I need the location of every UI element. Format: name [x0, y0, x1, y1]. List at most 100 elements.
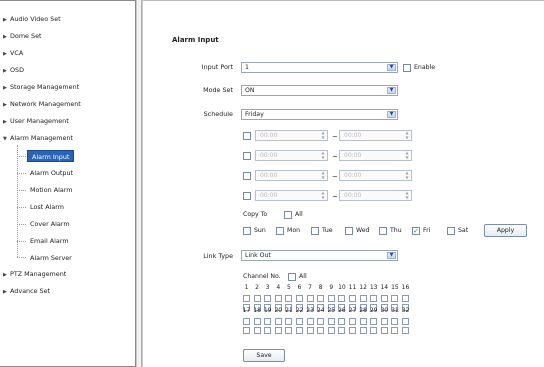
sidebar-subitem-cover-alarm[interactable]: Cover Alarm: [30, 218, 70, 230]
channel-checkbox[interactable]: [285, 318, 293, 325]
sidebar-item-storage-management[interactable]: ▶ Storage Management: [3, 81, 79, 93]
channel-checkbox[interactable]: [243, 295, 250, 302]
channel-checkbox[interactable]: [317, 295, 325, 302]
channel-checkbox[interactable]: [285, 327, 293, 334]
channel-checkbox[interactable]: [349, 295, 356, 302]
spinner-arrows-icon[interactable]: ▲ ▼: [404, 170, 410, 180]
channel-checkbox[interactable]: [402, 318, 409, 325]
channel-checkbox[interactable]: [359, 327, 367, 334]
channel-checkbox[interactable]: [274, 327, 282, 334]
channel-checkbox[interactable]: [359, 318, 367, 325]
channel-checkbox[interactable]: [402, 295, 409, 302]
period-3-start-time[interactable]: 00:00 ▲ ▼: [255, 170, 328, 181]
channel-checkbox[interactable]: [243, 318, 250, 325]
sidebar-subitem-alarm-server[interactable]: Alarm Server: [30, 252, 72, 264]
copy-fri-checkbox[interactable]: ✓: [412, 227, 420, 235]
channel-checkbox[interactable]: [391, 295, 399, 302]
channel-checkbox[interactable]: [349, 318, 356, 325]
sidebar-subitem-email-alarm[interactable]: Email Alarm: [30, 235, 69, 247]
spinner-arrows-icon[interactable]: ▲ ▼: [404, 150, 410, 160]
period-4-end-time[interactable]: 00:00 ▲ ▼: [339, 190, 412, 201]
sidebar-item-advance-set[interactable]: ▶ Advance Set: [3, 285, 50, 297]
channel-checkbox[interactable]: [402, 327, 409, 334]
chevron-down-icon[interactable]: ▼: [387, 111, 396, 118]
spinner-arrows-icon[interactable]: ▲ ▼: [320, 130, 326, 140]
sidebar-subitem-alarm-output[interactable]: Alarm Output: [30, 167, 73, 179]
channel-checkbox[interactable]: [264, 318, 272, 325]
spinner-arrows-icon[interactable]: ▲ ▼: [320, 150, 326, 160]
period-4-checkbox[interactable]: [243, 192, 251, 200]
enable-checkbox[interactable]: [403, 64, 411, 72]
channel-checkbox[interactable]: [253, 295, 261, 302]
channel-checkbox[interactable]: [306, 295, 314, 302]
period-1-checkbox[interactable]: [243, 132, 251, 140]
channel-checkbox[interactable]: [296, 327, 303, 334]
spinner-arrows-icon[interactable]: ▲ ▼: [404, 130, 410, 140]
channel-all-checkbox[interactable]: [288, 273, 296, 281]
sidebar-item-dome-set[interactable]: ▶ Dome Set: [3, 30, 42, 42]
period-4-start-time[interactable]: 00:00 ▲ ▼: [255, 190, 328, 201]
period-1-end-time[interactable]: 00:00 ▲ ▼: [339, 130, 412, 141]
sidebar-item-user-management[interactable]: ▶ User Management: [3, 115, 69, 127]
channel-checkbox[interactable]: [380, 327, 388, 334]
copy-tue-checkbox[interactable]: [311, 227, 319, 235]
sidebar-subitem-motion-alarm[interactable]: Motion Alarm: [30, 184, 73, 196]
channel-checkbox[interactable]: [264, 327, 272, 334]
input-port-select[interactable]: 1 ▼: [241, 62, 398, 73]
channel-checkbox[interactable]: [349, 327, 356, 334]
channel-checkbox[interactable]: [253, 327, 261, 334]
channel-checkbox[interactable]: [306, 327, 314, 334]
channel-checkbox[interactable]: [264, 295, 272, 302]
chevron-down-icon[interactable]: ▼: [387, 87, 396, 94]
channel-checkbox[interactable]: [274, 295, 282, 302]
channel-checkbox[interactable]: [327, 295, 335, 302]
channel-checkbox[interactable]: [391, 318, 399, 325]
copy-mon-checkbox[interactable]: [276, 227, 284, 235]
period-2-start-time[interactable]: 00:00 ▲ ▼: [255, 150, 328, 161]
channel-checkbox[interactable]: [253, 318, 261, 325]
spinner-arrows-icon[interactable]: ▲ ▼: [320, 190, 326, 200]
sidebar-item-osd[interactable]: ▶ OSD: [3, 64, 24, 76]
sidebar-item-ptz-management[interactable]: ▶ PTZ Management: [3, 268, 66, 280]
period-2-end-time[interactable]: 00:00 ▲ ▼: [339, 150, 412, 161]
channel-checkbox[interactable]: [317, 318, 325, 325]
sidebar-item-network-management[interactable]: ▶ Network Management: [3, 98, 81, 110]
copy-to-all-checkbox[interactable]: [284, 211, 292, 219]
channel-checkbox[interactable]: [338, 318, 346, 325]
copy-thu-checkbox[interactable]: [379, 227, 387, 235]
channel-checkbox[interactable]: [370, 318, 378, 325]
mode-set-select[interactable]: ON ▼: [241, 85, 398, 96]
sidebar-item-alarm-management[interactable]: ▼ Alarm Management: [3, 132, 73, 144]
period-1-start-time[interactable]: 00:00 ▲ ▼: [255, 130, 328, 141]
channel-checkbox[interactable]: [285, 295, 293, 302]
sidebar-subitem-lost-alarm[interactable]: Lost Alarm: [30, 201, 64, 213]
save-button[interactable]: Save: [243, 349, 285, 362]
chevron-down-icon[interactable]: ▼: [387, 64, 396, 71]
channel-checkbox[interactable]: [306, 318, 314, 325]
apply-button[interactable]: Apply: [484, 224, 527, 237]
sidebar-item-vca[interactable]: ▶ VCA: [3, 47, 23, 59]
channel-checkbox[interactable]: [370, 327, 378, 334]
spinner-arrows-icon[interactable]: ▲ ▼: [404, 190, 410, 200]
channel-checkbox[interactable]: [317, 327, 325, 334]
channel-checkbox[interactable]: [296, 295, 303, 302]
channel-checkbox[interactable]: [380, 318, 388, 325]
copy-sun-checkbox[interactable]: [243, 227, 251, 235]
channel-checkbox[interactable]: [338, 295, 346, 302]
spinner-arrows-icon[interactable]: ▲ ▼: [320, 170, 326, 180]
period-2-checkbox[interactable]: [243, 152, 251, 160]
channel-checkbox[interactable]: [391, 327, 399, 334]
schedule-day-select[interactable]: Friday ▼: [241, 109, 398, 120]
channel-checkbox[interactable]: [327, 327, 335, 334]
copy-wed-checkbox[interactable]: [345, 227, 353, 235]
channel-checkbox[interactable]: [380, 295, 388, 302]
copy-sat-checkbox[interactable]: [447, 227, 455, 235]
channel-checkbox[interactable]: [296, 318, 303, 325]
sidebar-item-audio-video-set[interactable]: ▶ Audio Video Set: [3, 13, 61, 25]
channel-checkbox[interactable]: [274, 318, 282, 325]
period-3-end-time[interactable]: 00:00 ▲ ▼: [339, 170, 412, 181]
channel-checkbox[interactable]: [359, 295, 367, 302]
channel-checkbox[interactable]: [327, 318, 335, 325]
chevron-down-icon[interactable]: ▼: [387, 252, 396, 259]
period-3-checkbox[interactable]: [243, 172, 251, 180]
